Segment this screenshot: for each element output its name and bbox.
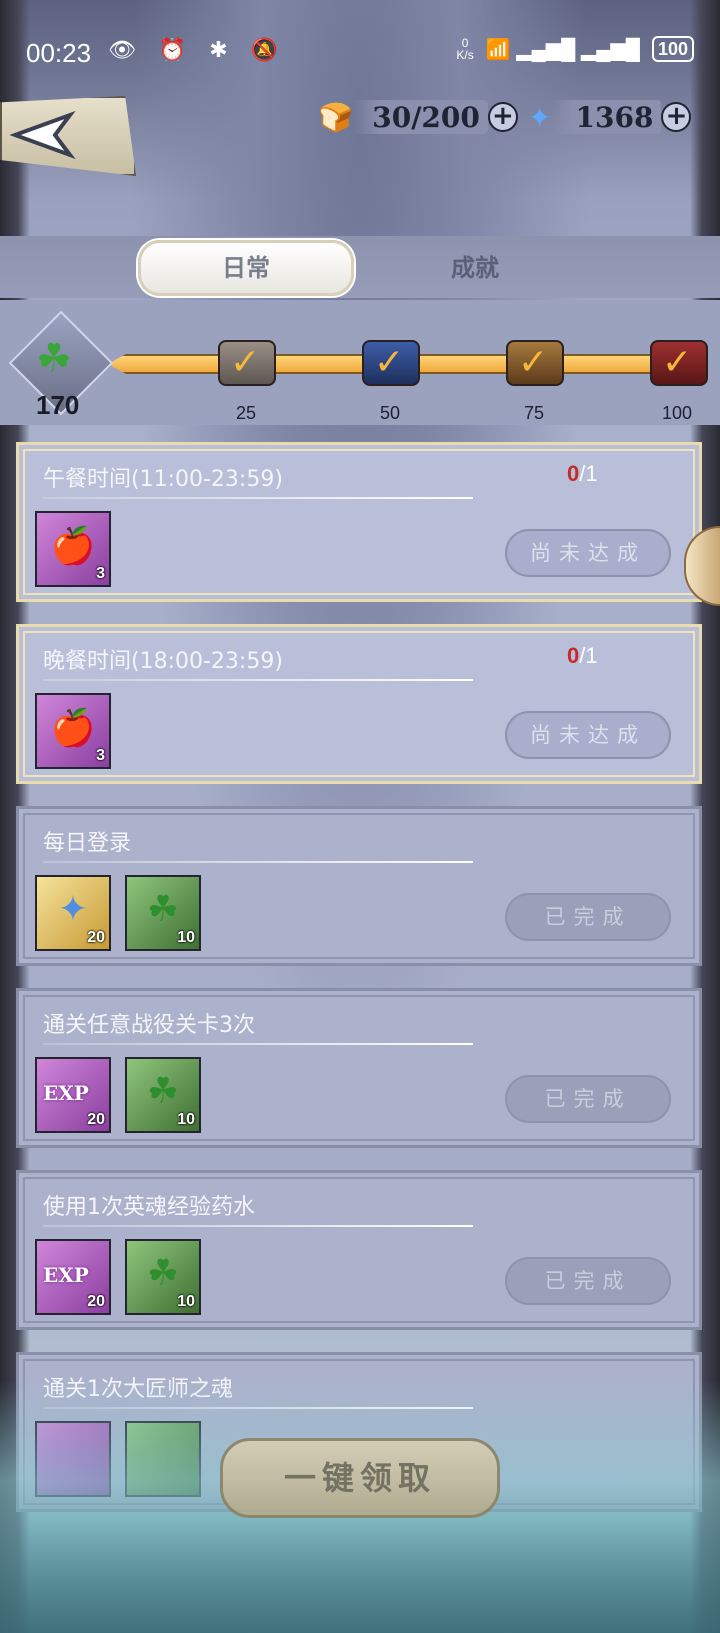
signal-icon: 📶 ▂▄▆█ ▂▄▆█ — [485, 38, 640, 61]
gem-icon: ✦ — [528, 100, 552, 134]
reward-qty: 3 — [96, 747, 105, 764]
apple-icon: 🍎 — [50, 708, 96, 749]
task-card: 使用1次英魂经验药水 EXP 20 ☘ 10 已完成 — [16, 1170, 702, 1330]
task-title: 每日登录 — [43, 831, 132, 856]
reward-chest-25[interactable]: ✓ — [218, 340, 276, 386]
divider — [43, 679, 473, 681]
task-title: 通关任意战役关卡3次 — [43, 1013, 255, 1038]
task-card: 每日登录 ✦ 20 ☘ 10 已完成 — [16, 806, 702, 966]
status-button[interactable]: 尚未达成 — [505, 711, 671, 759]
reward-item[interactable]: EXP 20 — [35, 1239, 111, 1315]
clover-icon: ☘ — [146, 1253, 180, 1294]
task-progress: 0/1 — [567, 461, 598, 486]
status-button[interactable]: 已完成 — [505, 893, 671, 941]
clover-icon: ☘ — [36, 336, 72, 382]
stamina-value: 30/200 — [352, 100, 488, 134]
gem-resource: ✦ 1368 + — [528, 98, 692, 136]
reward-qty: 20 — [87, 1111, 105, 1128]
add-gem-button[interactable]: + — [661, 102, 692, 132]
reward-qty: 20 — [87, 1293, 105, 1310]
check-icon: ✓ — [518, 342, 549, 383]
battery-icon: 100 — [651, 36, 694, 62]
gem-value: 1368 — [551, 100, 662, 134]
divider — [43, 1407, 473, 1409]
reward-item[interactable]: ☘ 10 — [125, 1239, 201, 1315]
tab-achievements[interactable]: 成就 — [400, 240, 550, 296]
score-value: 170 — [36, 390, 80, 420]
milestone-label: 50 — [380, 403, 401, 423]
reward-qty: 10 — [177, 1293, 195, 1310]
gem-icon: ✦ — [57, 889, 89, 930]
tab-daily[interactable]: 日常 — [138, 240, 354, 296]
task-card: 晚餐时间(18:00-23:59) 0/1 🍎 3 尚未达成 — [16, 624, 702, 784]
milestone-label: 100 — [662, 403, 693, 423]
status-button[interactable]: 尚未达成 — [505, 529, 671, 577]
reward-item[interactable]: 🍎 3 — [35, 511, 111, 587]
claim-all-button[interactable]: 一键领取 — [220, 1438, 500, 1518]
status-right: 0 K/s 📶 ▂▄▆█ ▂▄▆█ 100 — [456, 36, 694, 62]
task-progress: 0/1 — [567, 643, 598, 668]
reward-qty: 10 — [177, 1111, 195, 1128]
check-icon: ✓ — [662, 342, 693, 383]
status-button[interactable]: 已完成 — [505, 1075, 671, 1123]
bread-icon: 🍞 — [318, 100, 353, 134]
task-title: 通关1次大匠师之魂 — [43, 1377, 233, 1402]
stamina-resource: 🍞 30/200 + — [318, 98, 518, 136]
back-arrow-icon — [9, 110, 80, 171]
divider — [43, 861, 473, 863]
clover-icon: ☘ — [146, 1071, 180, 1112]
reward-qty: 3 — [96, 565, 105, 582]
reward-item[interactable] — [125, 1421, 201, 1497]
task-title: 使用1次英魂经验药水 — [43, 1195, 255, 1220]
status-button[interactable]: 已完成 — [505, 1257, 671, 1305]
clover-icon: ☘ — [146, 889, 180, 930]
reward-chest-50[interactable]: ✓ — [362, 340, 420, 386]
check-icon: ✓ — [374, 342, 405, 383]
reward-qty: 20 — [87, 929, 105, 946]
network-speed: 0 K/s — [456, 36, 474, 62]
milestone-label: 75 — [524, 403, 545, 423]
task-title: 晚餐时间(18:00-23:59) — [43, 649, 283, 674]
reward-chest-100[interactable]: ✓ — [650, 340, 708, 386]
status-time: 00:23 — [26, 38, 92, 68]
reward-item[interactable]: ☘ 10 — [125, 1057, 201, 1133]
divider — [43, 497, 473, 499]
check-icon: ✓ — [230, 342, 261, 383]
milestone-label: 25 — [236, 403, 257, 423]
reward-item[interactable] — [35, 1421, 111, 1497]
divider — [43, 1043, 473, 1045]
status-icons: 👁 ⏰ ✱ 🔕 — [108, 38, 287, 63]
reward-item[interactable]: ☘ 10 — [125, 875, 201, 951]
reward-item[interactable]: ✦ 20 — [35, 875, 111, 951]
add-stamina-button[interactable]: + — [487, 102, 518, 132]
reward-item[interactable]: EXP 20 — [35, 1057, 111, 1133]
exp-icon: EXP — [43, 1081, 89, 1105]
status-bar: 00:23 👁 ⏰ ✱ 🔕 0 K/s 📶 ▂▄▆█ ▂▄▆█ 100 — [0, 28, 720, 78]
task-card: 通关任意战役关卡3次 EXP 20 ☘ 10 已完成 — [16, 988, 702, 1148]
tabs-bar — [0, 236, 720, 298]
apple-icon: 🍎 — [50, 526, 96, 567]
reward-qty: 10 — [177, 929, 195, 946]
reward-item[interactable]: 🍎 3 — [35, 693, 111, 769]
task-title: 午餐时间(11:00-23:59) — [43, 467, 283, 492]
reward-chest-75[interactable]: ✓ — [506, 340, 564, 386]
task-card: 午餐时间(11:00-23:59) 0/1 🍎 3 尚未达成 — [16, 442, 702, 602]
exp-icon: EXP — [43, 1263, 89, 1287]
divider — [43, 1225, 473, 1227]
